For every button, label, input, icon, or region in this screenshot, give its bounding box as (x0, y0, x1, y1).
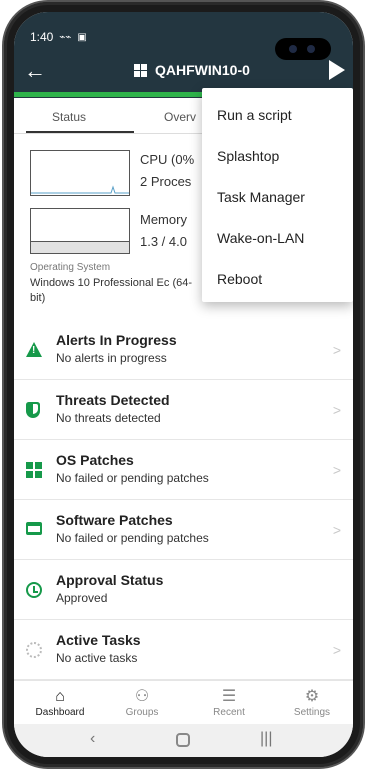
nav-recent[interactable]: ☰ Recent (189, 687, 269, 718)
memory-label: Memory (140, 212, 187, 227)
approval-icon (26, 582, 42, 598)
list-item-subtitle: Approved (56, 591, 108, 605)
nav-label: Groups (125, 707, 159, 718)
list-item-active-tasks[interactable]: Active Tasks No active tasks > (14, 620, 353, 680)
list-item-subtitle: No failed or pending patches (56, 471, 209, 485)
shield-icon (26, 402, 40, 418)
system-nav-bar: ‹ ||| (14, 724, 353, 757)
device-name: QAHFWIN10-0 (155, 62, 250, 78)
chevron-right-icon: > (332, 342, 341, 358)
list-item-subtitle: No failed or pending patches (56, 531, 209, 545)
menu-item-reboot[interactable]: Reboot (202, 258, 353, 299)
list-item-title: Approval Status (56, 572, 164, 588)
screen: 1:40 ⌁⌁ ▣ ← QAHFWIN10-0 Status Overv CPU… (14, 12, 353, 757)
list-item-title: Active Tasks (56, 632, 141, 648)
cpu-processes: 2 Proces (140, 174, 192, 189)
status-list: Alerts In Progress No alerts in progress… (14, 320, 353, 680)
memory-value: 1.3 / 4.0 (140, 234, 187, 249)
nav-label: Recent (213, 707, 245, 718)
memory-chart (30, 208, 130, 254)
chevron-right-icon: > (332, 522, 341, 538)
gear-icon: ⚙ (304, 688, 320, 705)
list-item-title: Threats Detected (56, 392, 170, 408)
status-bar: 1:40 ⌁⌁ ▣ (30, 30, 87, 44)
system-back-icon[interactable]: ‹ (90, 730, 95, 748)
nav-settings[interactable]: ⚙ Settings (272, 687, 352, 718)
overflow-menu: Run a script Splashtop Task Manager Wake… (202, 88, 353, 302)
chevron-right-icon: > (332, 642, 341, 658)
list-item-os-patches[interactable]: OS Patches No failed or pending patches … (14, 440, 353, 500)
list-item-title: OS Patches (56, 452, 134, 468)
menu-item-run-script[interactable]: Run a script (202, 94, 353, 135)
warning-icon (26, 342, 42, 357)
bottom-nav: ⌂ Dashboard ⚇ Groups ☰ Recent ⚙ Settings (14, 680, 353, 724)
app-bar: 1:40 ⌁⌁ ▣ ← QAHFWIN10-0 (14, 12, 353, 98)
status-time: 1:40 (30, 30, 54, 44)
chevron-right-icon: > (332, 402, 341, 418)
tab-indicator (26, 131, 134, 133)
tab-status[interactable]: Status (52, 110, 86, 124)
menu-item-task-manager[interactable]: Task Manager (202, 176, 353, 217)
tab-overview[interactable]: Overv (164, 110, 196, 124)
list-icon: ☰ (221, 688, 237, 705)
camera-cutout (275, 38, 331, 60)
system-recents-icon[interactable]: ||| (260, 730, 272, 748)
menu-item-splashtop[interactable]: Splashtop (202, 135, 353, 176)
list-item-threats[interactable]: Threats Detected No threats detected > (14, 380, 353, 440)
play-icon[interactable] (329, 60, 345, 80)
arrow-left-icon[interactable]: ← (24, 60, 50, 86)
menu-item-wake-on-lan[interactable]: Wake-on-LAN (202, 217, 353, 258)
image-icon: ▣ (77, 31, 87, 43)
groups-icon: ⚇ (134, 688, 150, 705)
nav-label: Dashboard (35, 707, 85, 718)
nav-groups[interactable]: ⚇ Groups (102, 687, 182, 718)
os-caption: Operating System (30, 262, 111, 273)
os-value: Windows 10 Professional Ec (64-bit) (30, 277, 193, 304)
nav-label: Settings (293, 707, 331, 718)
page-title: QAHFWIN10-0 (134, 62, 250, 78)
cpu-chart (30, 150, 130, 196)
chevron-right-icon: > (332, 462, 341, 478)
list-item-title: Software Patches (56, 512, 173, 528)
cpu-label: CPU (0% (140, 152, 195, 167)
list-item-subtitle: No threats detected (56, 411, 161, 425)
memory-fill (31, 241, 129, 253)
voicemail-icon: ⌁⌁ (59, 31, 72, 43)
phone-frame: 1:40 ⌁⌁ ▣ ← QAHFWIN10-0 Status Overv CPU… (4, 2, 363, 767)
list-item-subtitle: No active tasks (56, 651, 138, 665)
windows-icon (134, 63, 147, 77)
windows-icon (26, 462, 42, 478)
system-home-icon[interactable] (176, 733, 190, 747)
spinner-icon (26, 642, 42, 658)
list-item-title: Alerts In Progress (56, 332, 177, 348)
cpu-sparkline (31, 185, 129, 194)
list-item-software-patches[interactable]: Software Patches No failed or pending pa… (14, 500, 353, 560)
software-icon (26, 522, 42, 535)
list-item-approval[interactable]: Approval Status Approved (14, 560, 353, 620)
list-item-alerts[interactable]: Alerts In Progress No alerts in progress… (14, 320, 353, 380)
list-item-subtitle: No alerts in progress (56, 351, 167, 365)
home-icon: ⌂ (55, 688, 65, 705)
nav-dashboard[interactable]: ⌂ Dashboard (20, 687, 100, 718)
